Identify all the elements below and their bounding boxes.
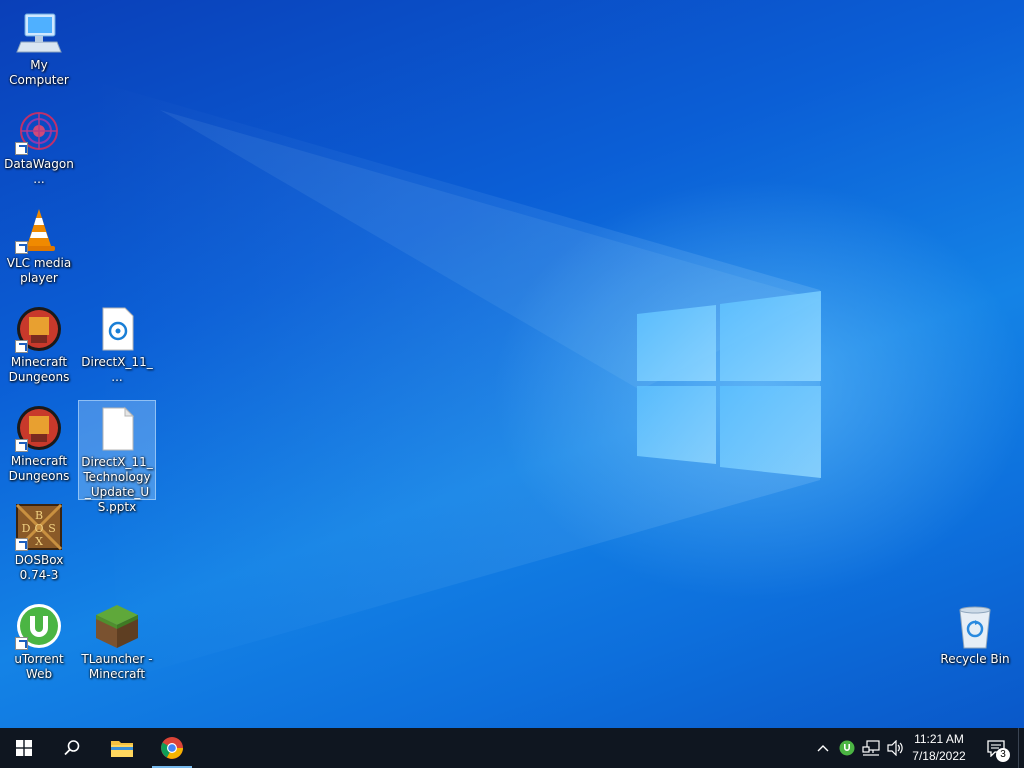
desktop-icon-directx-file[interactable]: DirectX_11_... — [79, 301, 155, 385]
action-center-button[interactable]: 3 — [976, 728, 1016, 768]
show-desktop-button[interactable] — [1018, 728, 1024, 768]
desktop-icon-my-computer[interactable]: My Computer — [1, 4, 77, 88]
svg-text:D: D — [22, 522, 31, 535]
start-button[interactable] — [0, 728, 48, 768]
minecraft-dungeons-icon — [15, 404, 63, 452]
desktop-icon-label: DataWagon... — [4, 157, 74, 186]
taskbar-chrome[interactable] — [148, 728, 196, 768]
recycle-bin-icon — [951, 602, 999, 650]
document-file-icon — [93, 405, 141, 453]
desktop-icon-label: uTorrent Web — [14, 652, 64, 681]
desktop-icon-label: DirectX_11_... — [81, 355, 153, 384]
minecraft-grass-block-icon — [93, 602, 141, 650]
desktop-icon-label: Recycle Bin — [940, 652, 1010, 666]
clock-button[interactable]: 11:21 AM 7/18/2022 — [908, 728, 970, 768]
clock-date: 7/18/2022 — [912, 749, 966, 763]
svg-text:S: S — [48, 522, 56, 535]
computer-icon — [15, 8, 63, 56]
windows-logo-icon — [16, 740, 32, 756]
shortcut-arrow-icon — [15, 637, 28, 650]
show-hidden-icons-button[interactable] — [812, 728, 834, 768]
utorrent-tray-icon — [839, 740, 855, 756]
desktop-icon-dosbox[interactable]: B D O S X DOSBox 0.74-3 — [1, 499, 77, 583]
desktop-icon-label: VLC media player — [6, 256, 72, 285]
desktop-icon-label: DOSBox 0.74-3 — [14, 553, 64, 582]
dosbox-icon: B D O S X — [15, 503, 63, 551]
svg-text:X: X — [35, 535, 43, 548]
desktop-icon-label: Minecraft Dungeons — [8, 355, 70, 384]
search-button[interactable] — [48, 728, 96, 768]
shortcut-arrow-icon — [15, 340, 28, 353]
tray-volume[interactable] — [884, 728, 906, 768]
desktop-icon-vlc[interactable]: VLC media player — [1, 202, 77, 286]
clock-time: 11:21 AM — [914, 732, 964, 746]
taskbar: 11:21 AM 7/18/2022 3 — [0, 728, 1024, 768]
desktop[interactable]: My Computer DataWagon... VLC media playe… — [0, 0, 1024, 728]
folder-icon — [111, 741, 133, 757]
desktop-icon-directx-pptx[interactable]: DirectX_11_Technology_Update_US.pptx — [78, 400, 156, 514]
tray-utorrent[interactable] — [836, 728, 858, 768]
speaker-icon — [887, 740, 903, 756]
shortcut-arrow-icon — [15, 142, 28, 155]
media-file-icon — [93, 305, 141, 353]
chrome-icon — [161, 737, 183, 759]
shortcut-arrow-icon — [15, 439, 28, 452]
tray-network[interactable] — [860, 728, 882, 768]
utorrent-icon — [15, 602, 63, 650]
desktop-icon-utorrent-web[interactable]: uTorrent Web — [1, 598, 77, 682]
desktop-icon-tlauncher[interactable]: TLauncher - Minecraft — [79, 598, 155, 682]
vlc-cone-icon — [15, 206, 63, 254]
shortcut-arrow-icon — [15, 241, 28, 254]
desktop-icon-label: My Computer — [9, 58, 69, 87]
desktop-icon-recycle-bin[interactable]: Recycle Bin — [937, 598, 1013, 667]
datawagon-icon — [15, 107, 63, 155]
taskbar-file-explorer[interactable] — [98, 728, 146, 768]
svg-text:B: B — [35, 509, 43, 522]
chevron-up-icon — [817, 745, 829, 752]
desktop-icon-minecraft-dungeons[interactable]: Minecraft Dungeons — [1, 301, 77, 385]
desktop-icon-minecraft-dungeons[interactable]: Minecraft Dungeons — [1, 400, 77, 484]
svg-text:O: O — [34, 522, 43, 535]
desktop-icon-datawagon[interactable]: DataWagon... — [1, 103, 77, 187]
desktop-icon-label: DirectX_11_Technology_Update_US.pptx — [81, 455, 153, 514]
network-icon — [862, 740, 880, 756]
shortcut-arrow-icon — [15, 538, 28, 551]
desktop-icon-label: TLauncher - Minecraft — [81, 652, 153, 681]
search-icon — [64, 740, 80, 756]
desktop-icon-label: Minecraft Dungeons — [8, 454, 70, 483]
notification-count-badge: 3 — [996, 748, 1010, 762]
minecraft-dungeons-icon — [15, 305, 63, 353]
